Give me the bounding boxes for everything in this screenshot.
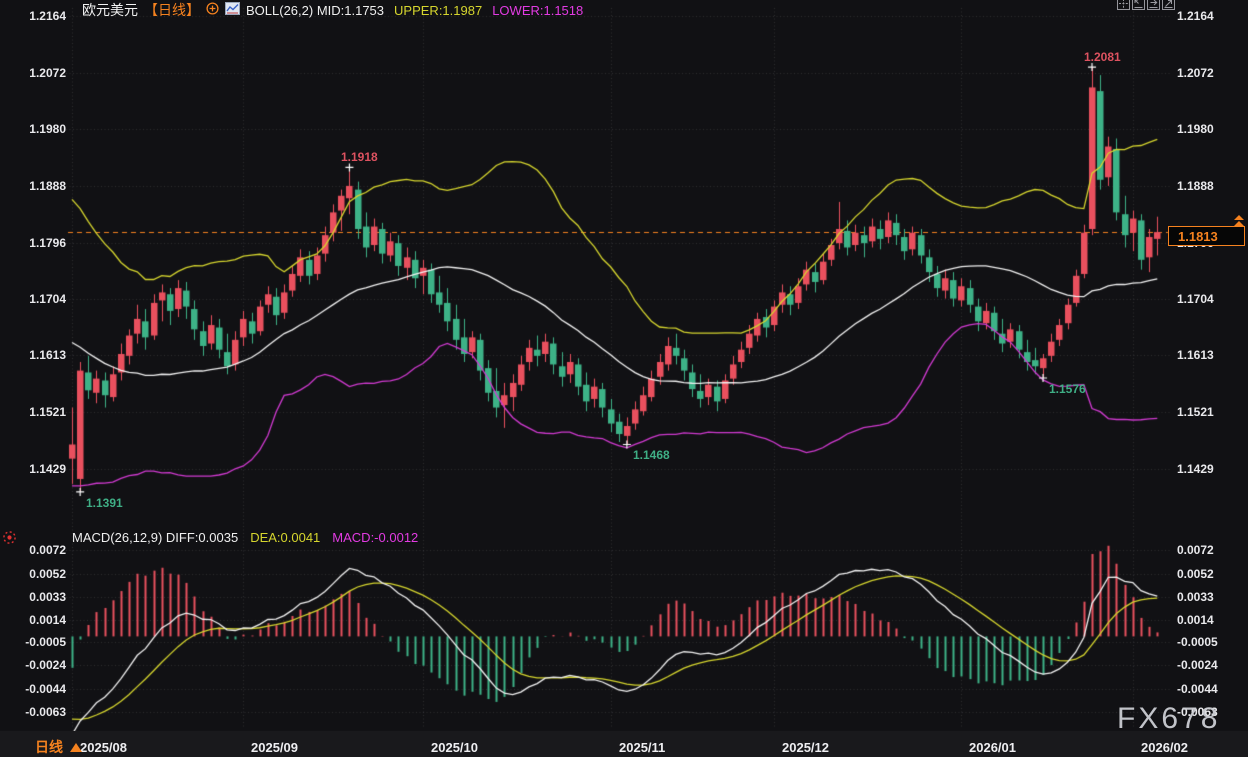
add-indicator-icon[interactable]: [206, 2, 219, 18]
mini-chart-icon[interactable]: [225, 2, 240, 18]
time-axis-bar: [0, 731, 1248, 757]
macd-diff-value: MACD(26,12,9) DIFF:0.0035: [72, 530, 238, 545]
macd-dea-value: DEA:0.0041: [250, 530, 320, 545]
macd-indicator-icon[interactable]: [2, 530, 17, 550]
period-label[interactable]: 日线: [35, 739, 63, 755]
triangle-up-icon: [70, 743, 82, 752]
period-tag[interactable]: 【日线】: [144, 0, 200, 20]
chart-header: 欧元美元 【日线】 BOLL(26,2) MID:1.1753 UPPER:1.…: [82, 2, 593, 18]
boll-upper-value: UPPER:1.1987: [394, 3, 482, 18]
boll-lower-value: LOWER:1.1518: [492, 3, 583, 18]
snapshot-right-icon[interactable]: [1147, 0, 1160, 10]
symbol-name: 欧元美元: [82, 0, 138, 20]
macd-value: MACD:-0.0012: [332, 530, 418, 545]
chart-window: 欧元美元 【日线】 BOLL(26,2) MID:1.1753 UPPER:1.…: [0, 0, 1248, 757]
candlestick-chart-canvas[interactable]: [0, 0, 1248, 757]
watermark-fx678: FX678: [1117, 702, 1220, 736]
macd-header: MACD(26,12,9) DIFF:0.0035 DEA:0.0041 MAC…: [72, 529, 430, 545]
chart-toolbar: [1117, 0, 1177, 10]
last-price-tag[interactable]: 1.1813: [1168, 226, 1245, 246]
price-up-arrows-icon: [1234, 215, 1244, 227]
period-selector[interactable]: 日线: [35, 740, 82, 756]
snapshot-left-icon[interactable]: [1132, 0, 1145, 10]
popout-icon[interactable]: [1162, 0, 1175, 10]
boll-mid-value: BOLL(26,2) MID:1.1753: [246, 3, 384, 18]
pan-tool-icon[interactable]: [1117, 0, 1130, 10]
